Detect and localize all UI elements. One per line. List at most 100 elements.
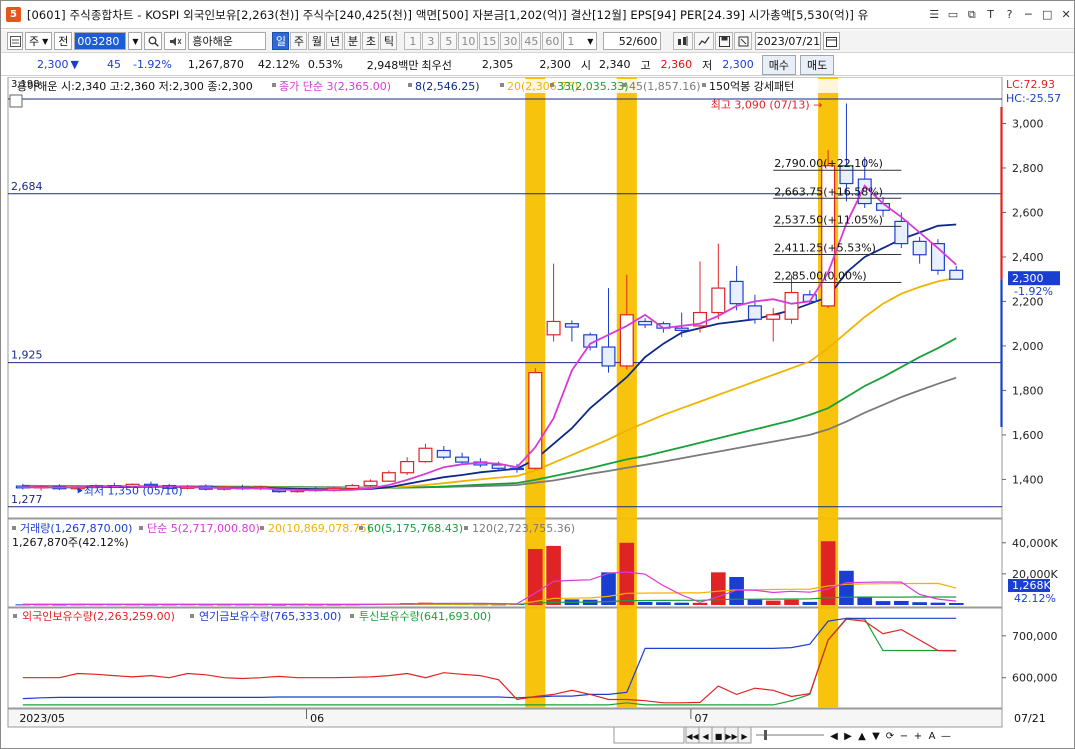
- candle-body: [949, 269, 964, 280]
- link-window-icon[interactable]: ⧉: [964, 7, 980, 23]
- y-tick-label: 1,400: [1012, 473, 1044, 486]
- interval-button-1[interactable]: 1: [404, 32, 422, 50]
- minimize-icon[interactable]: ─: [1020, 7, 1036, 23]
- scroll-prev-icon: ◀: [702, 732, 709, 741]
- close-icon[interactable]: ✕: [1058, 7, 1074, 23]
- period-tab-4[interactable]: 분: [344, 32, 362, 50]
- candle-body: [564, 323, 579, 328]
- date-input[interactable]: 2023/07/21: [755, 32, 822, 50]
- pref-label: 최우선: [421, 58, 452, 72]
- stock-name-field[interactable]: 흥아해운: [188, 32, 267, 50]
- volume-bar: [930, 602, 946, 605]
- title-bar: 5 [0601] 주식종합차트 - KOSPI 외국인보유[2,263(천)] …: [1, 1, 1074, 29]
- interval-button-60[interactable]: 60: [542, 32, 563, 50]
- legend-marker: [408, 83, 412, 87]
- buy-button[interactable]: 매수: [761, 54, 797, 75]
- pane-menu-icon: [9, 94, 23, 108]
- price-legend-item-1: 종가 단순 3(2,365.00): [279, 80, 391, 93]
- volume-bar: [674, 602, 690, 605]
- volume-last-label: 1,268K: [1012, 579, 1051, 592]
- interval-select[interactable]: 1 ▼: [563, 32, 598, 50]
- sell-button[interactable]: 매도: [800, 54, 835, 75]
- chart-area[interactable]: 1,4001,6001,8002,0002,2002,4002,6002,800…: [2, 77, 1073, 747]
- save-icon[interactable]: [715, 32, 734, 50]
- interval-button-45[interactable]: 45: [521, 32, 542, 50]
- legend-marker: [350, 614, 354, 618]
- maximize-icon[interactable]: □: [1039, 7, 1055, 23]
- y-tick-label: 3,000: [1012, 117, 1044, 130]
- chart-tools-icon[interactable]: [673, 32, 694, 50]
- help-icon[interactable]: ?: [1002, 7, 1018, 23]
- interval-button-3[interactable]: 3: [422, 32, 440, 50]
- candle-body: [894, 220, 909, 245]
- volume-bar: [784, 599, 799, 605]
- candle-body: [638, 320, 653, 326]
- candle-body: [601, 346, 616, 367]
- current-price: 2,300: [37, 58, 69, 71]
- legend-marker: [464, 526, 468, 530]
- period-tab-3[interactable]: 년: [326, 32, 344, 50]
- app-icon: 5: [6, 7, 21, 22]
- drawing-tools-icon[interactable]: [694, 32, 715, 50]
- price-change-pct: -1.92%: [132, 58, 172, 71]
- candle-body: [729, 280, 744, 305]
- period-tab-1[interactable]: 주: [290, 32, 308, 50]
- legend-marker: [500, 83, 504, 87]
- volume-bar: [948, 603, 964, 605]
- scroll-next-icon: ▶: [741, 732, 748, 741]
- candle-body: [400, 461, 415, 474]
- hold-tick-label: 600,000: [1012, 672, 1058, 685]
- legend-marker: [12, 526, 16, 530]
- calendar-icon[interactable]: [823, 32, 841, 50]
- period-tab-5[interactable]: 초: [362, 32, 380, 50]
- sound-icon[interactable]: [164, 32, 187, 50]
- interval-button-5[interactable]: 5: [440, 32, 458, 50]
- volume-bar: [601, 572, 616, 605]
- quote-bar: 2,300 ▼ 45 -1.92% 1,267,870 42.12% 0.53%…: [1, 54, 1074, 76]
- y-tick-label: 1,800: [1012, 384, 1044, 397]
- current-price-pct: -1.92%: [1014, 285, 1053, 298]
- candle-body: [528, 372, 543, 469]
- code-dropdown-icon[interactable]: ▼: [128, 32, 143, 50]
- high-label: 고: [640, 58, 651, 72]
- text-icon[interactable]: T: [983, 7, 999, 23]
- all-button[interactable]: 전: [54, 32, 73, 50]
- level-label-2: 1,277: [11, 493, 43, 506]
- chart-settings-icon[interactable]: [7, 32, 23, 50]
- refresh-icon[interactable]: [734, 32, 753, 50]
- menu-icon[interactable]: ☰: [926, 7, 942, 23]
- current-price-label: 2,300: [1012, 272, 1044, 285]
- stock-code-input[interactable]: 003280: [74, 32, 127, 50]
- fib-label-3: 2,411.25(+5.53%): [774, 241, 876, 254]
- interval-button-15[interactable]: 15: [479, 32, 500, 50]
- x-axis-label-0: 2023/05: [19, 712, 65, 725]
- zoom-tool-icon-0: ◀: [830, 731, 838, 742]
- low-value: 2,300: [722, 58, 754, 71]
- pref-value-2: 2,300: [539, 58, 571, 71]
- zoom-tool-icon-8: —: [941, 731, 951, 742]
- legend-marker: [272, 83, 276, 87]
- period-tab-0[interactable]: 일: [272, 32, 290, 50]
- period-tab-2[interactable]: 월: [308, 32, 326, 50]
- volume-bar: [546, 545, 561, 605]
- stock-name: 흥아해운: [192, 35, 233, 48]
- search-icon[interactable]: [144, 32, 163, 50]
- window-mode-icon[interactable]: ▭: [945, 7, 961, 23]
- legend-marker: [622, 83, 626, 87]
- volume-bar: [802, 601, 818, 605]
- interval-button-30[interactable]: 30: [500, 32, 521, 50]
- view-total: /600: [632, 34, 658, 48]
- x-axis-label-3: 07/21: [1014, 712, 1046, 725]
- interval-button-10[interactable]: 10: [458, 32, 479, 50]
- period-tab-6[interactable]: 틱: [380, 32, 398, 50]
- holdings-legend-item-2: 투신보유수량(641,693.00): [359, 610, 491, 623]
- zoom-tool-icon-6: +: [914, 731, 922, 742]
- hold-tick-label: 700,000: [1012, 630, 1058, 643]
- volume-bar: [894, 600, 909, 605]
- market-select[interactable]: 주 ▼: [25, 32, 53, 50]
- zoom-tool-icon-4: ⟳: [886, 731, 895, 742]
- candle-body: [455, 456, 470, 463]
- view-count-field[interactable]: 52/600: [603, 32, 662, 50]
- top-value-label: 3,198: [11, 79, 40, 90]
- candle-body: [711, 287, 726, 314]
